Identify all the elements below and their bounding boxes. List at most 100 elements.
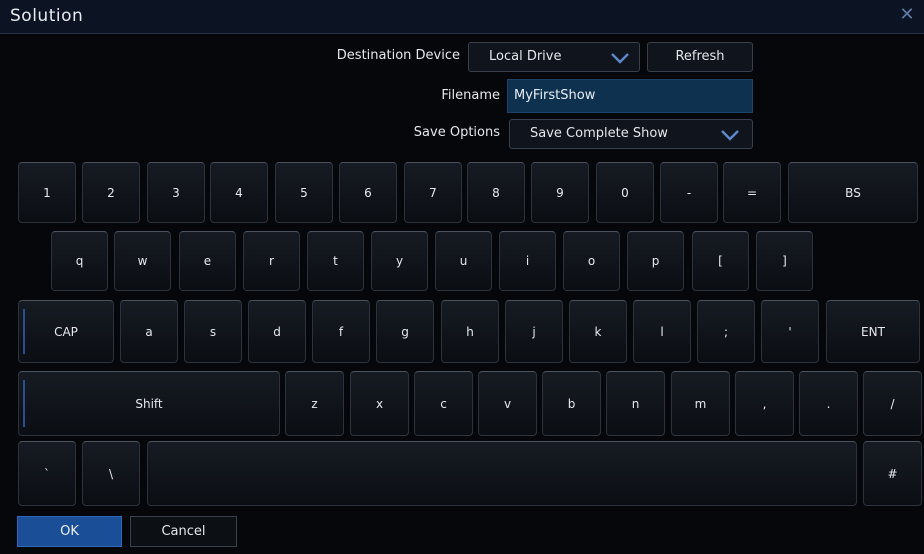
key-comma[interactable]: ,	[735, 371, 794, 436]
key-label: \	[108, 466, 114, 481]
ok-button[interactable]: OK	[17, 516, 122, 547]
key-label: b	[567, 396, 576, 411]
key-e[interactable]: e	[179, 231, 236, 291]
key-9[interactable]: 9	[531, 162, 589, 223]
key-i[interactable]: i	[499, 231, 556, 291]
key-label: ]	[782, 254, 787, 268]
key-label: m	[694, 396, 707, 411]
key-o[interactable]: o	[563, 231, 620, 291]
key-label: 6	[364, 185, 372, 200]
key-label: o	[587, 254, 596, 268]
key-t[interactable]: t	[307, 231, 364, 291]
filename-label: Filename	[441, 88, 500, 103]
key-j[interactable]: j	[505, 300, 563, 363]
cancel-button[interactable]: Cancel	[130, 516, 237, 547]
key-p[interactable]: p	[627, 231, 684, 291]
key-label: ENT	[861, 324, 885, 339]
key-label: ,	[762, 396, 767, 411]
key-a[interactable]: a	[120, 300, 178, 363]
key-shift[interactable]: Shift	[18, 371, 280, 436]
refresh-button[interactable]: Refresh	[647, 42, 753, 72]
key-label: 1	[43, 185, 51, 200]
key-b[interactable]: b	[542, 371, 601, 436]
key-1[interactable]: 1	[18, 162, 76, 223]
key-n[interactable]: n	[606, 371, 665, 436]
key-backtick[interactable]: `	[18, 441, 76, 506]
key-q[interactable]: q	[51, 231, 108, 291]
key-backslash[interactable]: \	[82, 441, 140, 506]
key-label: 7	[429, 185, 437, 200]
key-ent[interactable]: ENT	[826, 300, 920, 363]
key-period[interactable]: .	[799, 371, 858, 436]
key-c[interactable]: c	[414, 371, 473, 436]
key-label: g	[401, 324, 409, 339]
key-g[interactable]: g	[376, 300, 434, 363]
key-y[interactable]: y	[371, 231, 428, 291]
key-label: d	[273, 324, 281, 339]
key-m[interactable]: m	[671, 371, 730, 436]
destination-device-value: Local Drive	[489, 49, 562, 64]
key-label: Shift	[135, 396, 163, 411]
key-5[interactable]: 5	[275, 162, 333, 223]
key-label: r	[269, 254, 274, 268]
key-label: x	[375, 396, 384, 411]
key-hash[interactable]: #	[863, 441, 922, 506]
key-label: w	[137, 254, 148, 268]
key-s[interactable]: s	[184, 300, 242, 363]
key-2[interactable]: 2	[82, 162, 140, 223]
key-d[interactable]: d	[248, 300, 306, 363]
key-7[interactable]: 7	[404, 162, 462, 223]
window-title: Solution	[10, 6, 84, 26]
key-cap[interactable]: CAP	[18, 300, 114, 363]
key-space[interactable]	[147, 441, 857, 506]
key-right-bracket[interactable]: ]	[756, 231, 813, 291]
key-4[interactable]: 4	[210, 162, 268, 223]
filename-input[interactable]: MyFirstShow	[507, 79, 753, 113]
key-label: .	[826, 396, 831, 411]
key-label: n	[631, 396, 640, 411]
key-label: v	[503, 396, 512, 411]
key-label: 0	[621, 185, 629, 200]
key-0[interactable]: 0	[596, 162, 654, 223]
key-l[interactable]: l	[633, 300, 691, 363]
destination-device-dropdown[interactable]: Local Drive	[468, 42, 640, 72]
key-6[interactable]: 6	[339, 162, 397, 223]
key-8[interactable]: 8	[467, 162, 525, 223]
key-label: j	[532, 324, 536, 339]
save-show-dialog: Solution ✕ Destination Device Local Driv…	[0, 0, 924, 554]
key-label: 8	[492, 185, 500, 200]
key-h[interactable]: h	[441, 300, 499, 363]
key-minus[interactable]: -	[660, 162, 718, 223]
key-k[interactable]: k	[569, 300, 627, 363]
key-u[interactable]: u	[435, 231, 492, 291]
key-label: e	[203, 254, 212, 268]
key-w[interactable]: w	[114, 231, 171, 291]
key-equals[interactable]: =	[723, 162, 781, 223]
key-label: /	[890, 396, 895, 411]
key-r[interactable]: r	[243, 231, 300, 291]
save-options-label: Save Options	[413, 125, 500, 140]
save-options-dropdown[interactable]: Save Complete Show	[509, 119, 753, 149]
close-icon[interactable]: ✕	[898, 5, 916, 25]
chevron-down-icon	[611, 53, 629, 64]
key-label: l	[660, 324, 664, 339]
key-bs[interactable]: BS	[788, 162, 918, 223]
key-semicolon[interactable]: ;	[697, 300, 755, 363]
key-label: '	[788, 324, 792, 339]
key-v[interactable]: v	[478, 371, 537, 436]
key-label: a	[145, 324, 153, 339]
key-label: k	[594, 324, 602, 339]
key-apostrophe[interactable]: '	[761, 300, 819, 363]
key-label: t	[333, 254, 338, 268]
key-z[interactable]: z	[285, 371, 344, 436]
key-left-bracket[interactable]: [	[692, 231, 749, 291]
key-label: #	[887, 466, 898, 481]
key-label: y	[395, 254, 404, 268]
key-f[interactable]: f	[312, 300, 370, 363]
key-x[interactable]: x	[350, 371, 409, 436]
key-3[interactable]: 3	[147, 162, 205, 223]
key-label: 9	[556, 185, 564, 200]
key-label: -	[686, 185, 692, 200]
key-slash[interactable]: /	[863, 371, 922, 436]
key-label: h	[466, 324, 474, 339]
